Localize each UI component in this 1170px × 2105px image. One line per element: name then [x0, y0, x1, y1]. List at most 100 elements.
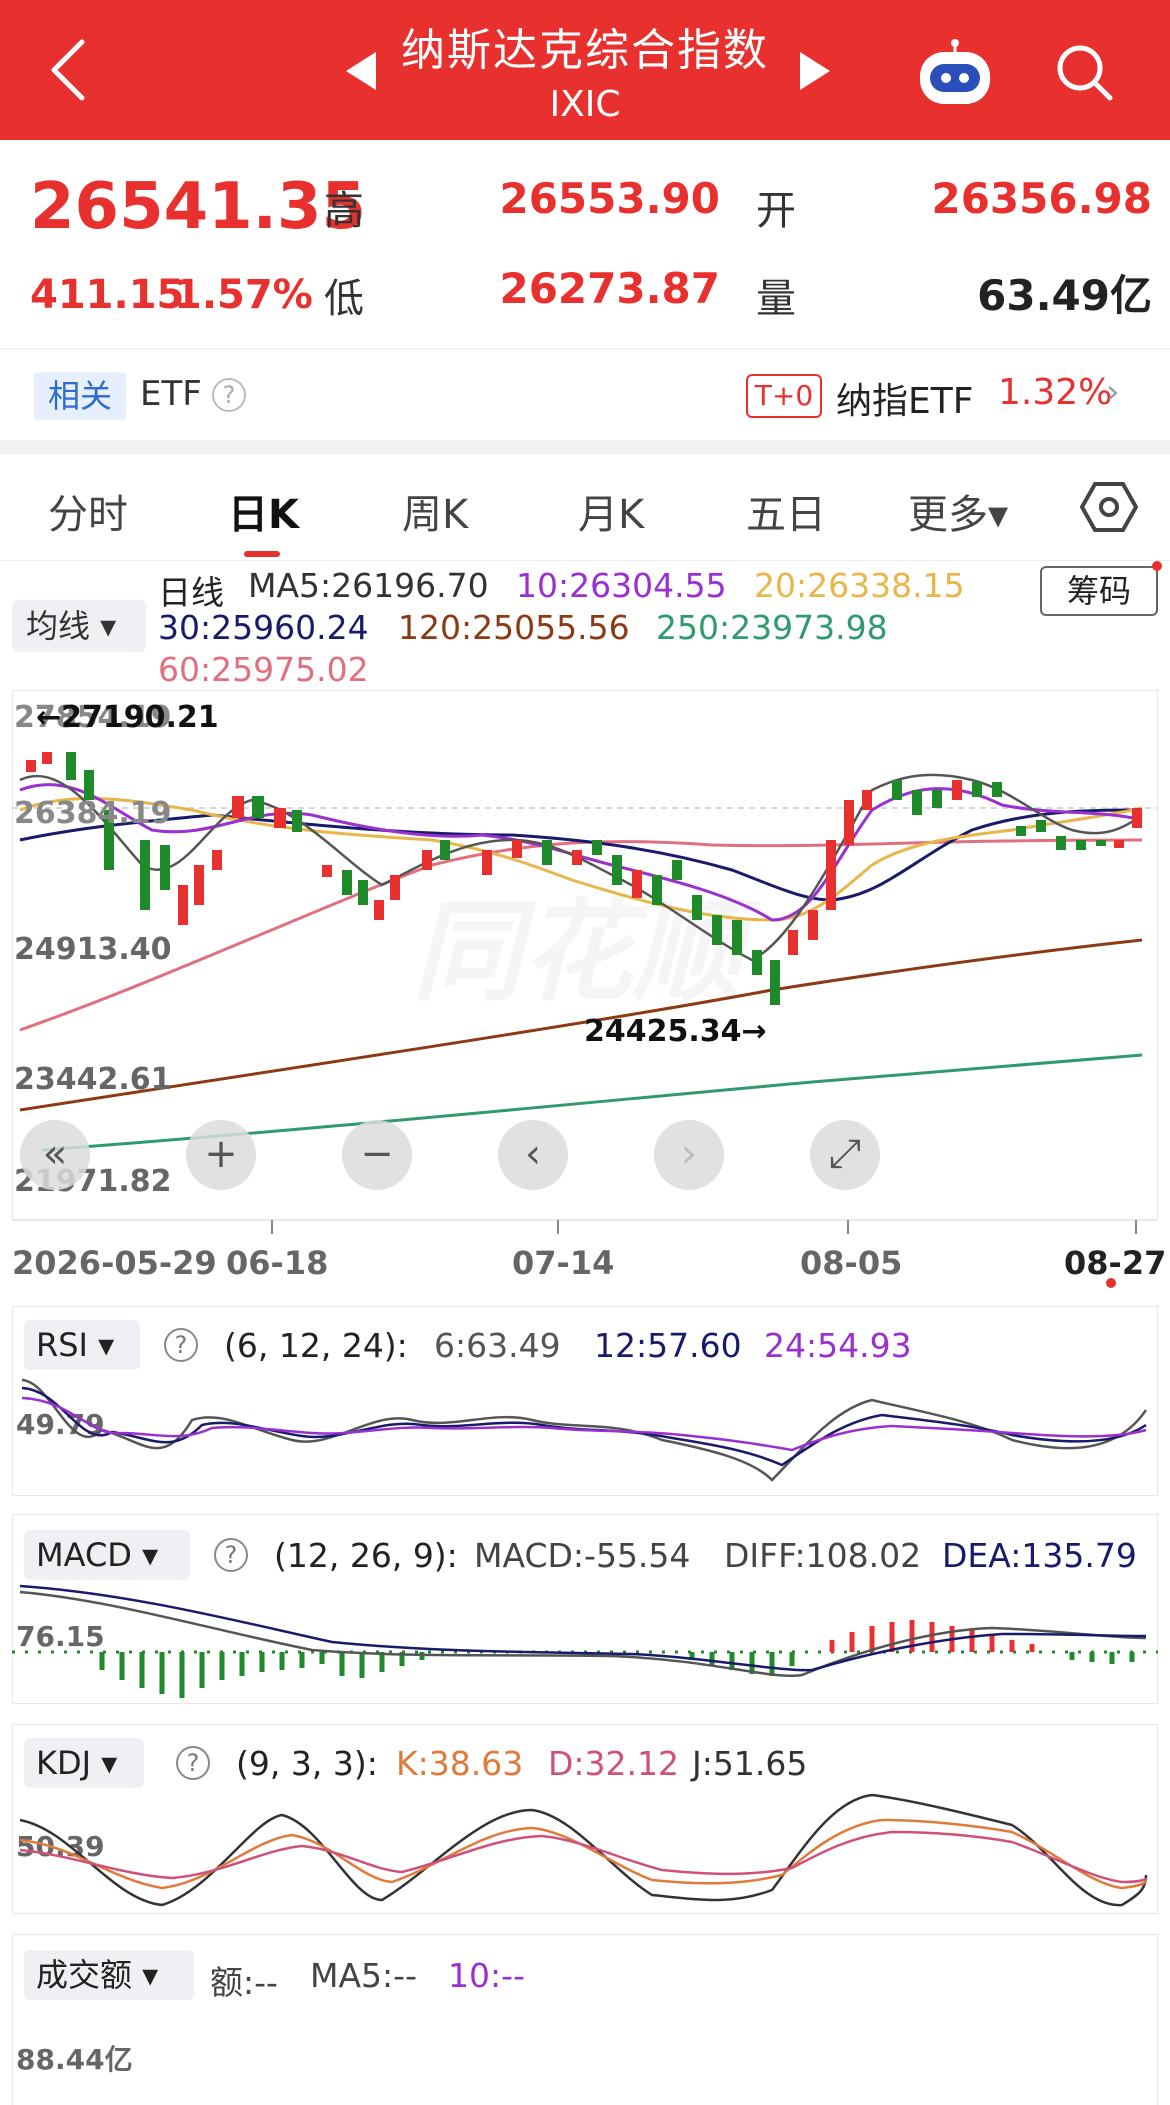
related-etf-label: ETF [140, 374, 202, 414]
candle [1056, 836, 1066, 850]
zoom-in-button[interactable]: + [186, 1120, 256, 1190]
ma60-value: 60:25975.02 [158, 650, 369, 689]
candle [252, 796, 264, 818]
t0-tag: T+0 [746, 374, 822, 418]
candle [374, 900, 384, 920]
candle [212, 850, 222, 870]
low-value: 26273.87 [499, 264, 720, 313]
kline-chart-svg: 同花顺 [12, 752, 1158, 1152]
candle [292, 810, 302, 832]
date-label: 06-18 [226, 1244, 329, 1282]
prev-button[interactable]: ‹ [498, 1120, 568, 1190]
turnover-selector-dropdown[interactable]: 成交额 ▾ [24, 1950, 194, 2000]
header-bar: 纳斯达克综合指数 IXIC [0, 0, 1170, 140]
candle [440, 840, 450, 860]
tab-five-day[interactable]: 五日 [746, 482, 826, 540]
macd-chart-svg [12, 1584, 1158, 1698]
candle [178, 885, 188, 925]
candle [422, 850, 432, 870]
ma30-value: 30:25960.24 [158, 608, 369, 647]
active-tab-indicator [244, 551, 280, 557]
kdj-params: (9, 3, 3): [236, 1744, 378, 1783]
date-label: 07-14 [512, 1244, 615, 1282]
candle [912, 790, 922, 815]
ma250-value: 250:23973.98 [656, 608, 888, 647]
candle [194, 865, 204, 905]
candle [342, 870, 352, 895]
next-button[interactable]: › [654, 1120, 724, 1190]
etf-change: 1.32% [998, 372, 1113, 413]
candle [572, 850, 582, 865]
tab-daily-k[interactable]: 日K [228, 482, 299, 540]
search-icon[interactable] [1052, 40, 1116, 104]
candle [952, 780, 962, 800]
rsi-chart-svg [21, 1378, 1148, 1482]
rsi24-value: 24:54.93 [764, 1326, 912, 1365]
etf-name-link[interactable]: 纳指ETF [836, 372, 973, 424]
candle [1132, 808, 1142, 828]
candle [932, 790, 942, 808]
candle [160, 845, 170, 890]
candle [1096, 840, 1106, 846]
page-subtitle: IXIC [549, 84, 621, 125]
diff-line [19, 1590, 1147, 1677]
candle [770, 960, 780, 1005]
page-title: 纳斯达克综合指数 [401, 25, 769, 76]
ma-selector-dropdown[interactable]: 均线 ▾ [12, 600, 146, 652]
candle [140, 840, 150, 910]
zoom-out-button[interactable]: − [342, 1120, 412, 1190]
settings-hexagon-icon[interactable] [1080, 478, 1138, 536]
candle [712, 915, 722, 945]
candle [26, 760, 36, 772]
open-label: 开 [756, 188, 796, 234]
help-icon[interactable]: ? [212, 378, 246, 412]
candle [826, 840, 836, 910]
low-label: 低 [324, 276, 364, 322]
time-axis-ticks [12, 1219, 1158, 1234]
tab-more[interactable]: 更多▾ [908, 482, 1008, 540]
j-line [19, 1793, 1148, 1907]
chevron-right-icon[interactable]: › [1106, 372, 1120, 412]
robot-assistant-icon[interactable] [916, 38, 994, 108]
fullscreen-button[interactable]: ⤢ [810, 1120, 880, 1190]
next-index-arrow-icon[interactable] [800, 52, 830, 90]
high-label: 高 [324, 188, 364, 234]
help-icon[interactable]: ? [176, 1746, 210, 1780]
date-label: 08-27 [1064, 1244, 1167, 1282]
ma5-value: MA5:26196.70 [248, 566, 489, 605]
ma10-value: 10:26304.55 [516, 566, 727, 605]
candle [752, 950, 762, 975]
max-price-label: ←27190.21 [36, 700, 219, 735]
tab-intraday[interactable]: 分时 [48, 482, 128, 540]
candle [992, 782, 1002, 797]
min-price-label: 24425.34→ [584, 1014, 767, 1049]
ma-period-label: 日线 [158, 573, 224, 612]
candle [42, 752, 52, 764]
candle [612, 855, 622, 885]
macd-selector-dropdown[interactable]: MACD ▾ [24, 1530, 190, 1580]
volume-label: 量 [756, 276, 796, 322]
scroll-left-button[interactable]: « [20, 1120, 90, 1190]
y-tick: 24913.40 [14, 932, 172, 967]
candle [232, 796, 244, 818]
candle [1076, 840, 1086, 850]
candle [358, 880, 368, 905]
ma20-value: 20:26338.15 [754, 566, 965, 605]
rsi-selector-dropdown[interactable]: RSI ▾ [24, 1320, 140, 1370]
candle [542, 840, 552, 865]
date-label: 2026-05-29 [12, 1244, 217, 1282]
tab-weekly-k[interactable]: 周K [402, 482, 468, 540]
candle [512, 840, 522, 858]
chip-distribution-button[interactable]: 筹码 [1040, 566, 1158, 616]
candle [692, 895, 702, 920]
candle [862, 790, 872, 810]
tab-monthly-k[interactable]: 月K [578, 482, 644, 540]
current-price: 26541.35 [30, 170, 367, 244]
help-icon[interactable]: ? [164, 1328, 198, 1362]
candle [972, 782, 982, 797]
kdj-selector-dropdown[interactable]: KDJ ▾ [24, 1738, 144, 1788]
k-value: K:38.63 [396, 1744, 524, 1783]
candle [652, 875, 662, 905]
turnover-ma5: MA5:-- [310, 1956, 417, 1995]
help-icon[interactable]: ? [214, 1538, 248, 1572]
